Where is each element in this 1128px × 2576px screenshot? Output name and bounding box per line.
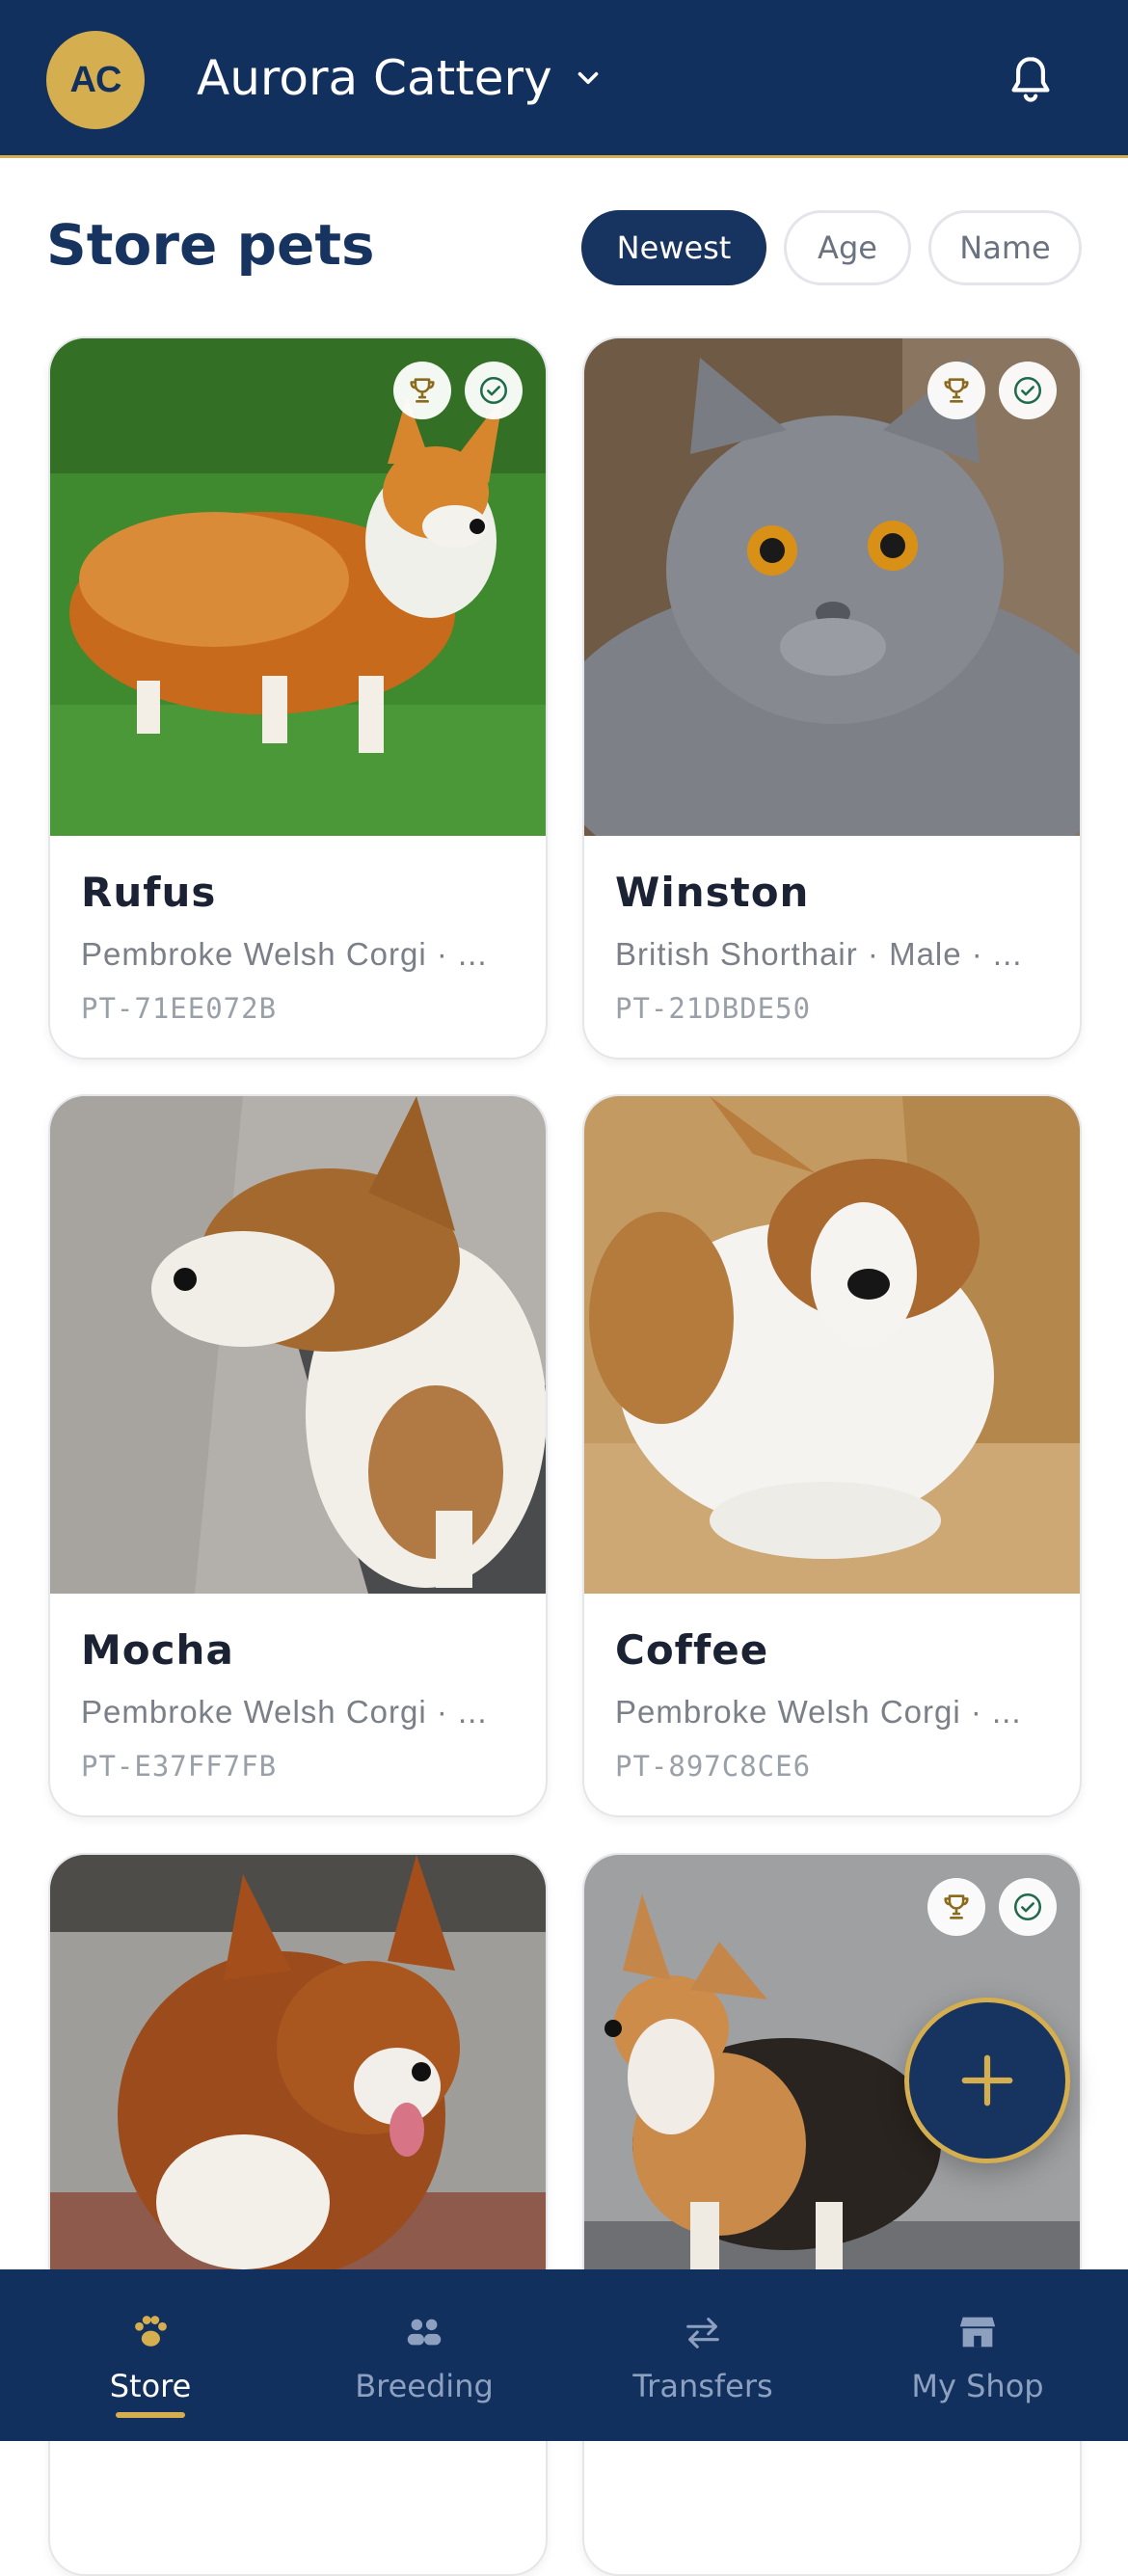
trophy-icon — [944, 1894, 969, 1919]
sort-chip-newest[interactable]: Newest — [581, 210, 766, 285]
pet-breed: British Shorthair · Male · ... — [615, 936, 1023, 972]
pair-icon — [407, 2319, 442, 2346]
pet-name: Mocha — [81, 1626, 234, 1674]
pet-id: PT-21DBDE50 — [615, 992, 812, 1025]
pet-id: PT-E37FF7FB — [81, 1750, 278, 1783]
paw-icon — [135, 2316, 167, 2347]
chevron-down-icon — [577, 71, 599, 85]
pet-card-rufus[interactable]: Rufus Pembroke Welsh Corgi · ... PT-71EE… — [48, 336, 548, 1060]
active-indicator — [116, 2412, 185, 2418]
app-header: AC Aurora Cattery — [0, 0, 1128, 158]
trophy-badge — [927, 1878, 985, 1936]
check-circle-icon — [1013, 1892, 1042, 1921]
pet-id: PT-71EE072B — [81, 992, 278, 1025]
pet-id: PT-897C8CE6 — [615, 1750, 812, 1783]
pet-photo — [584, 338, 1080, 836]
pet-name: Coffee — [615, 1626, 769, 1674]
pet-card-6[interactable] — [582, 1853, 1082, 2576]
pet-card-mocha[interactable]: Mocha Pembroke Welsh Corgi · ... PT-E37F… — [48, 1094, 548, 1817]
transfer-arrows-icon — [686, 2318, 719, 2348]
bell-icon[interactable] — [1007, 54, 1055, 106]
shop-switcher[interactable]: Aurora Cattery — [197, 50, 604, 106]
nav-item-store[interactable]: Store — [10, 2269, 291, 2441]
pet-photo — [50, 338, 546, 836]
trophy-badge — [393, 362, 451, 419]
pet-breed: Pembroke Welsh Corgi · ... — [81, 936, 488, 972]
nav-item-my-shop[interactable]: My Shop — [837, 2269, 1118, 2441]
avatar[interactable]: AC — [46, 31, 145, 129]
pet-card-5[interactable] — [48, 1853, 548, 2576]
nav-label: Breeding — [355, 2368, 494, 2404]
nav-label: Transfers — [632, 2368, 773, 2404]
pet-breed: Pembroke Welsh Corgi · ... — [81, 1694, 488, 1730]
storefront-icon — [959, 2317, 996, 2348]
nav-item-transfers[interactable]: Transfers — [562, 2269, 844, 2441]
nav-label: My Shop — [911, 2368, 1044, 2404]
nav-item-breeding[interactable]: Breeding — [283, 2269, 565, 2441]
bottom-nav: Store Breeding Transfers My Shop — [0, 2269, 1128, 2441]
shop-name: Aurora Cattery — [197, 50, 552, 106]
page-title: Store pets — [46, 212, 375, 278]
pet-name: Rufus — [81, 869, 217, 916]
add-pet-button[interactable] — [904, 1998, 1070, 2163]
trophy-badge — [927, 362, 985, 419]
pet-breed: Pembroke Welsh Corgi · ... — [615, 1694, 1022, 1730]
pet-photo — [584, 1096, 1080, 1594]
check-circle-icon — [1013, 376, 1042, 405]
sort-chip-name[interactable]: Name — [928, 210, 1082, 285]
verified-badge — [999, 1878, 1057, 1936]
nav-label: Store — [109, 2368, 192, 2404]
trophy-icon — [410, 378, 435, 403]
trophy-icon — [944, 378, 969, 403]
verified-badge — [465, 362, 523, 419]
pet-photo — [50, 1096, 546, 1594]
pet-card-coffee[interactable]: Coffee Pembroke Welsh Corgi · ... PT-897… — [582, 1094, 1082, 1817]
plus-icon — [961, 2054, 1013, 2106]
check-circle-icon — [479, 376, 508, 405]
pet-name: Winston — [615, 869, 810, 916]
sort-chip-age[interactable]: Age — [784, 210, 911, 285]
verified-badge — [999, 362, 1057, 419]
pet-card-winston[interactable]: Winston British Shorthair · Male · ... P… — [582, 336, 1082, 1060]
